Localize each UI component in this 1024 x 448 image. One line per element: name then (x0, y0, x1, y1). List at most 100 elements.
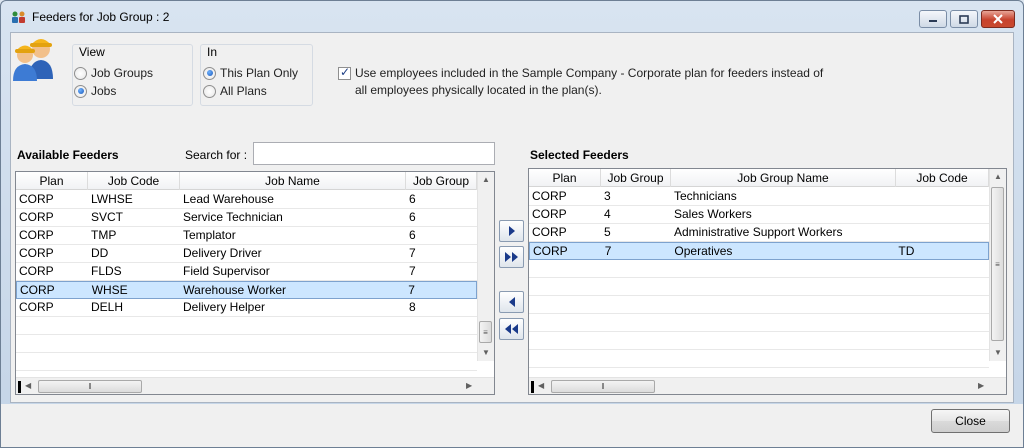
table-cell-code: WHSE (91, 283, 128, 297)
scroll-left-icon[interactable]: ◀ (538, 381, 544, 390)
maximize-button[interactable] (950, 10, 978, 28)
table-cell-name: Warehouse Worker (183, 283, 286, 297)
table-row[interactable]: CORP 7 Operatives TD (529, 242, 989, 260)
table-cell-plan: CORP (20, 283, 55, 297)
table-cell-group: 7 (604, 244, 612, 258)
scroll-thumb[interactable]: ≡ (991, 187, 1004, 341)
table-cell-code (896, 224, 989, 242)
dialog-window: Feeders for Job Group : 2 View Job Group… (0, 0, 1024, 448)
table-cell-plan: CORP (19, 300, 54, 314)
col-job-group-header[interactable]: Job Group (601, 169, 671, 187)
col-job-group-name-header[interactable]: Job Group Name (671, 169, 896, 187)
table-row[interactable]: CORP 3 Technicians (529, 188, 989, 206)
view-label: View (79, 45, 105, 59)
table-row[interactable]: CORP 5 Administrative Support Workers (529, 224, 989, 242)
radio-indicator (203, 84, 216, 98)
col-job-name-header[interactable]: Job Name (180, 172, 406, 190)
scroll-right-icon[interactable]: ▶ (466, 381, 472, 390)
this-plan-only-radio[interactable]: This Plan Only (203, 66, 298, 80)
this-plan-only-label: This Plan Only (220, 66, 299, 80)
col-job-code-header[interactable]: Job Code (896, 169, 989, 187)
table-cell-name: Sales Workers (674, 207, 752, 221)
table-cell-name: Service Technician (183, 210, 283, 224)
search-label: Search for : (185, 148, 248, 162)
minimize-button[interactable] (919, 10, 947, 28)
table-row[interactable]: CORP LWHSE Lead Warehouse 6 (16, 191, 477, 209)
empty-row (16, 353, 477, 371)
view-jobs-radio[interactable]: Jobs (74, 84, 116, 98)
frozen-column-marker (531, 381, 534, 393)
close-button[interactable]: Close (931, 409, 1010, 433)
close-icon (993, 14, 1003, 24)
table-cell-group: 6 (409, 228, 416, 242)
window-title: Feeders for Job Group : 2 (32, 10, 170, 24)
col-plan-header[interactable]: Plan (529, 169, 601, 187)
table-row[interactable]: CORP WHSE Warehouse Worker 7 (16, 281, 477, 299)
table-cell-plan: CORP (19, 228, 54, 242)
empty-row (529, 260, 989, 278)
table-row[interactable]: CORP DD Delivery Driver 7 (16, 245, 477, 263)
move-all-left-button[interactable] (499, 318, 524, 340)
close-window-button[interactable] (981, 10, 1015, 28)
search-input[interactable] (253, 142, 495, 165)
empty-row (16, 335, 477, 353)
scroll-up-icon[interactable]: ▲ (482, 175, 490, 184)
frozen-column-marker (18, 381, 21, 393)
table-cell-group: 5 (604, 225, 611, 239)
selected-feeders-grid: Plan Job Group Job Group Name Job Code C… (528, 168, 1007, 395)
all-plans-radio[interactable]: All Plans (203, 84, 267, 98)
table-cell-code: TD (898, 244, 915, 258)
table-cell-name: Delivery Helper (183, 300, 266, 314)
radio-indicator (74, 84, 87, 98)
scroll-left-icon[interactable]: ◀ (25, 381, 31, 390)
scroll-thumb[interactable]: ≡ (479, 321, 492, 343)
table-row[interactable]: CORP SVCT Service Technician 6 (16, 209, 477, 227)
scroll-thumb[interactable]: ‖ (38, 380, 142, 393)
table-cell-name: Operatives (674, 244, 733, 258)
scroll-up-icon[interactable]: ▲ (994, 172, 1002, 181)
view-job-groups-radio[interactable]: Job Groups (74, 66, 153, 80)
available-vertical-scrollbar[interactable]: ▲ ≡ ▼ (477, 172, 494, 361)
scroll-down-icon[interactable]: ▼ (994, 348, 1002, 357)
workers-avatar-icon (13, 39, 53, 81)
scroll-down-icon[interactable]: ▼ (482, 348, 490, 357)
empty-row (529, 314, 989, 332)
selected-horizontal-scrollbar[interactable]: ◀ ‖ ▶ (529, 377, 1006, 394)
available-grid-body: CORP LWHSE Lead Warehouse 6 CORP SVCT Service … (16, 191, 477, 371)
move-all-right-icon (504, 252, 518, 262)
title-bar[interactable]: Feeders for Job Group : 2 (1, 1, 1023, 31)
empty-row (529, 350, 989, 368)
col-job-group-header[interactable]: Job Group (406, 172, 477, 190)
col-job-code-header[interactable]: Job Code (88, 172, 180, 190)
all-plans-label: All Plans (220, 84, 267, 98)
table-row[interactable]: CORP FLDS Field Supervisor 7 (16, 263, 477, 281)
table-cell-name: Administrative Support Workers (674, 225, 843, 239)
scroll-right-icon[interactable]: ▶ (978, 381, 984, 390)
corporate-option-line2: all employees physically located in the … (355, 83, 602, 97)
footer-bar (1, 404, 1023, 447)
table-row[interactable]: CORP DELH Delivery Helper 8 (16, 299, 477, 317)
table-cell-code: DELH (91, 300, 124, 314)
table-cell-group: 7 (408, 283, 415, 297)
selected-vertical-scrollbar[interactable]: ▲ ≡ ▼ (989, 169, 1006, 361)
selected-grid-header: Plan Job Group Job Group Name Job Code (529, 169, 989, 187)
available-horizontal-scrollbar[interactable]: ◀ ‖ ▶ (16, 377, 494, 394)
table-cell-name: Templator (183, 228, 236, 242)
table-row[interactable]: CORP TMP Templator 6 (16, 227, 477, 245)
move-left-button[interactable] (499, 291, 524, 313)
table-cell-group: 7 (409, 246, 416, 260)
table-cell-code: FLDS (91, 264, 122, 278)
use-corporate-employees-checkbox[interactable] (338, 65, 351, 80)
scroll-thumb[interactable]: ‖ (551, 380, 655, 393)
move-right-button[interactable] (499, 220, 524, 242)
table-cell-plan: CORP (19, 210, 54, 224)
table-row[interactable]: CORP 4 Sales Workers (529, 206, 989, 224)
table-cell-name: Field Supervisor (183, 264, 270, 278)
view-jobs-label: Jobs (91, 84, 117, 98)
table-cell-group: 3 (604, 189, 611, 203)
available-feeders-title: Available Feeders (17, 148, 119, 162)
col-plan-header[interactable]: Plan (16, 172, 88, 190)
move-all-right-button[interactable] (499, 246, 524, 268)
content-panel: View Job Groups Jobs In This Plan Only A… (10, 32, 1014, 403)
empty-row (16, 317, 477, 335)
